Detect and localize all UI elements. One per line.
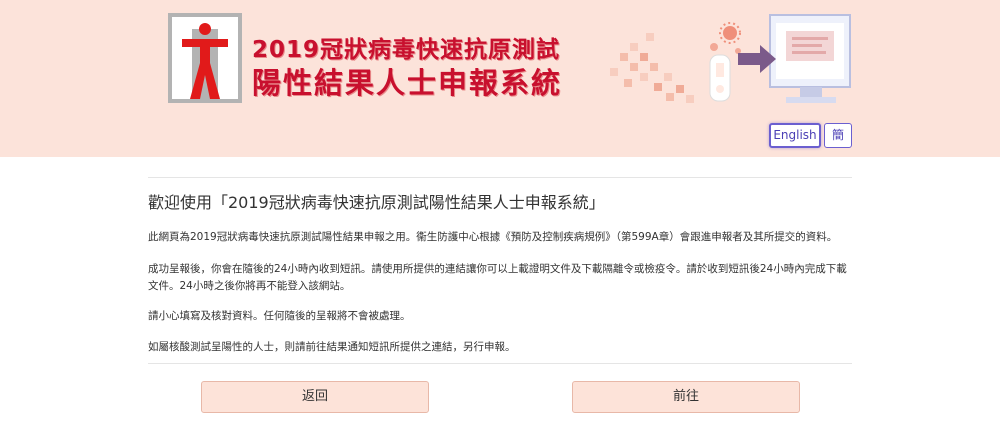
bottom-divider — [148, 363, 852, 364]
top-divider — [148, 177, 852, 178]
welcome-heading: 歡迎使用「2019冠狀病毒快速抗原測試陽性結果人士申報系統」 — [148, 193, 605, 212]
banner-title-line2: 陽性結果人士申報系統 — [252, 66, 563, 100]
system-banner: 2019冠狀病毒快速抗原測試 陽性結果人士申報系統 — [148, 13, 854, 104]
proceed-button[interactable]: 前往 — [572, 381, 800, 413]
page-header: 2019冠狀病毒快速抗原測試 陽性結果人士申報系統 English 簡 — [0, 0, 1000, 157]
banner-title-line1: 2019冠狀病毒快速抗原測試 — [252, 37, 561, 63]
banner-illustration — [610, 14, 851, 103]
sms-instructions-paragraph: 成功呈報後，你會在隨後的24小時內收到短訊。請使用所提供的連結讓你可以上載證明文… — [148, 263, 847, 292]
intro-paragraph: 此網頁為2019冠狀病毒快速抗原測試陽性結果申報之用。衞生防護中心根據《預防及控… — [148, 231, 838, 243]
english-language-button[interactable]: English — [769, 123, 821, 148]
virus-icon — [710, 22, 741, 54]
back-button[interactable]: 返回 — [201, 381, 429, 413]
nucleic-acid-paragraph: 如屬核酸測試呈陽性的人士，則請前往結果通知短訊所提供之連結，另行申報。 — [148, 341, 516, 353]
simplified-chinese-button[interactable]: 簡 — [824, 123, 852, 148]
department-of-health-logo — [168, 13, 242, 103]
caution-paragraph: 請小心填寫及核對資料。任何隨後的呈報將不會被處理。 — [148, 310, 411, 322]
